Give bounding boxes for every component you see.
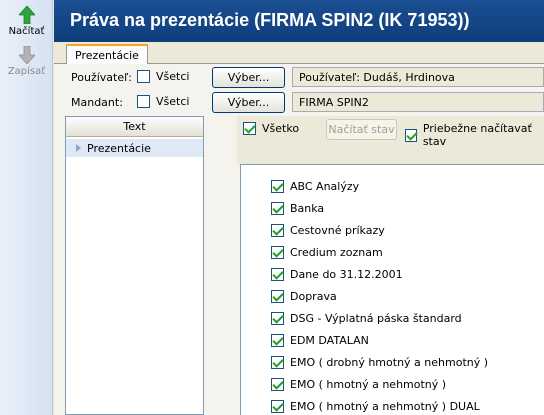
item-label: DSG - Výplatná páska štandard [290, 312, 462, 325]
tree-column-header[interactable]: Text [66, 117, 203, 137]
arrow-up-icon [18, 6, 35, 24]
item-label: ABC Analýzy [290, 180, 360, 193]
continuous-load-label: Priebežne načítavať stav [422, 122, 532, 148]
mandant-select-button[interactable]: Výber... [212, 92, 285, 113]
save-button-label: Zapísať [7, 66, 46, 77]
item-checkbox[interactable] [271, 246, 284, 259]
item-checkbox[interactable] [271, 400, 284, 413]
list-item[interactable]: EDM DATALAN [271, 334, 369, 347]
item-checkbox[interactable] [271, 224, 284, 237]
list-item[interactable]: DSG - Výplatná páska štandard [271, 312, 462, 325]
user-value-field: Používateľ: Dudáš, Hrdinova [292, 67, 544, 87]
continuous-load-checkbox-box[interactable] [405, 128, 417, 142]
item-checkbox[interactable] [271, 378, 284, 391]
list-item[interactable]: ABC Analýzy [271, 180, 359, 193]
tree-item-label: Prezentácie [87, 141, 151, 155]
tree-item-prezentacie[interactable]: Prezentácie [66, 139, 203, 157]
list-item[interactable]: EMO ( drobný hmotný a nehmotný ) [271, 356, 488, 369]
list-item[interactable]: Banka [271, 202, 324, 215]
save-button[interactable]: Zapísať [0, 46, 53, 77]
presentation-tree: Text Prezentácie [65, 116, 204, 415]
item-label: EMO ( drobný hmotný a nehmotný ) [290, 356, 489, 369]
presentation-list: ABC Analýzy Banka Cestovné príkazy Credi… [240, 164, 544, 415]
expand-arrow-icon[interactable] [76, 144, 81, 152]
item-label: Dane do 31.12.2001 [290, 268, 403, 281]
window-title: Práva na prezentácie (FIRMA SPIN2 (IK 71… [70, 10, 470, 30]
item-checkbox[interactable] [271, 356, 284, 369]
user-all-checkbox-box[interactable] [137, 70, 150, 83]
item-checkbox[interactable] [271, 290, 284, 303]
mandant-value-field: FIRMA SPIN2 [292, 92, 544, 112]
list-item[interactable]: Doprava [271, 290, 337, 303]
all-label: Všetko [262, 122, 300, 135]
left-toolbar: Načítať Zapísať [0, 0, 53, 415]
item-label: Doprava [290, 290, 337, 303]
user-all-label: Všetci [156, 70, 190, 83]
continuous-load-checkbox[interactable]: Priebežne načítavať stav [405, 122, 544, 148]
load-button[interactable]: Načítať [0, 6, 53, 37]
all-checkbox[interactable]: Všetko [243, 122, 299, 135]
item-label: EMO ( hmotný a nehmotný ) DUAL [290, 400, 480, 413]
load-state-button[interactable]: Načítať stav [326, 119, 397, 140]
list-item[interactable]: Credium zoznam [271, 246, 383, 259]
item-label: EDM DATALAN [290, 334, 369, 347]
list-item[interactable]: EMO ( hmotný a nehmotný ) [271, 378, 446, 391]
item-label: Banka [290, 202, 325, 215]
item-label: Credium zoznam [290, 246, 383, 259]
load-button-label: Načítať [8, 26, 45, 37]
mandant-all-label: Všetci [156, 95, 190, 108]
mandant-all-checkbox[interactable]: Všetci [137, 95, 189, 108]
user-label: Používateľ: [71, 71, 132, 84]
arrow-down-icon [18, 46, 35, 64]
item-checkbox[interactable] [271, 334, 284, 347]
user-select-button[interactable]: Výber... [212, 67, 285, 88]
user-all-checkbox[interactable]: Všetci [137, 70, 189, 83]
tab-strip: Prezentácie [54, 42, 544, 65]
item-checkbox[interactable] [271, 268, 284, 281]
mandant-all-checkbox-box[interactable] [137, 95, 150, 108]
item-label: Cestovné príkazy [290, 224, 385, 237]
title-bar: Práva na prezentácie (FIRMA SPIN2 (IK 71… [54, 0, 544, 42]
item-checkbox[interactable] [271, 202, 284, 215]
mandant-label: Mandant: [71, 96, 123, 109]
list-item[interactable]: Cestovné príkazy [271, 224, 385, 237]
list-item[interactable]: EMO ( hmotný a nehmotný ) DUAL [271, 400, 480, 413]
all-checkbox-box[interactable] [243, 122, 256, 135]
item-label: EMO ( hmotný a nehmotný ) [290, 378, 447, 391]
item-checkbox[interactable] [271, 180, 284, 193]
item-checkbox[interactable] [271, 312, 284, 325]
tab-prezentacie[interactable]: Prezentácie [66, 44, 148, 65]
list-item[interactable]: Dane do 31.12.2001 [271, 268, 403, 281]
